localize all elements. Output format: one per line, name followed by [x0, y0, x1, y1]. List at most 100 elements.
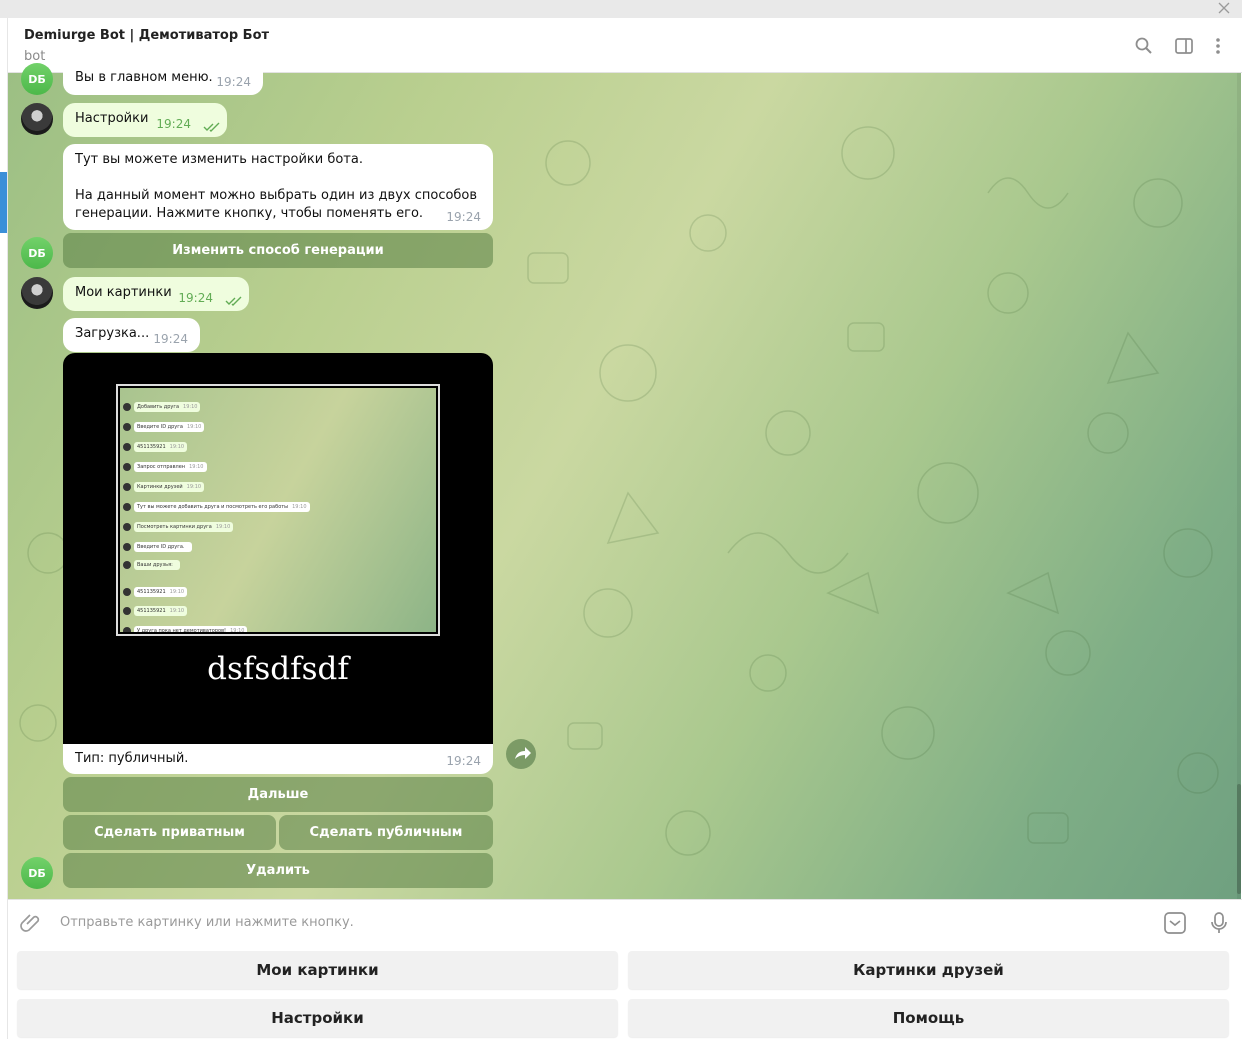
message-time: 19:24 — [216, 75, 251, 89]
nested-message-text: У друга пока нет демотиваторов! — [137, 628, 227, 632]
user-message: Настройки 19:24 — [63, 103, 227, 137]
demotivator-caption: dsfsdfsdf — [207, 651, 349, 687]
nested-message-time: 19:10 — [169, 444, 185, 450]
make-private-button[interactable]: Сделать приватным — [63, 815, 276, 850]
nested-message-time: 19:10 — [292, 504, 307, 510]
nested-message: Введите ID друга 19:10 — [134, 422, 205, 432]
nested-message-time: 19:10 — [169, 608, 185, 614]
nested-avatar — [123, 423, 131, 431]
message-text-line: генерации. Нажмите кнопку, чтобы поменят… — [75, 206, 424, 221]
message-time: 19:24 — [156, 117, 191, 131]
active-chat-indicator — [0, 172, 7, 233]
make-public-button[interactable]: Сделать публичным — [279, 815, 493, 850]
message-text: Загрузка... — [75, 326, 150, 341]
message-time: 19:24 — [446, 754, 481, 768]
nested-avatar — [123, 463, 131, 471]
message-time: 19:24 — [178, 291, 213, 305]
user-message: Мои картинки 19:24 — [63, 277, 249, 311]
nested-message: 451135921 19:10 — [134, 587, 188, 597]
nested-message-text: 451135921 — [137, 608, 166, 614]
delete-button[interactable]: Удалить — [63, 853, 493, 888]
chat-subtitle: bot — [24, 49, 46, 64]
chat-scrollbar-track[interactable] — [1237, 73, 1241, 899]
message-time: 19:24 — [446, 210, 481, 224]
nested-message: Тут вы можете добавить друга и посмотрет… — [134, 502, 310, 512]
nested-message-text: Картинки друзей — [137, 484, 183, 490]
bot-message: Вы в главном меню. 19:24 — [63, 60, 263, 95]
nested-message-time: 19:10 — [189, 464, 204, 470]
nested-message: Добавить друга 19:10 — [134, 402, 201, 412]
message-text: Тип: публичный. — [75, 751, 189, 766]
nested-message-time: 19:10 — [169, 589, 185, 595]
nested-message-text: 451135921 — [137, 444, 166, 450]
forward-arrow-icon — [515, 747, 531, 759]
nested-avatar — [123, 443, 131, 451]
bot-avatar[interactable]: DБ — [21, 857, 53, 889]
nested-message: Введите ID друга. — [134, 542, 192, 552]
nested-message-text: Тут вы можете добавить друга и посмотрет… — [137, 504, 289, 510]
message-input[interactable]: Отправьте картинку или нажмите кнопку. — [60, 915, 354, 930]
message-text: Настройки — [75, 111, 149, 126]
nested-message-time: 19:10 — [215, 524, 231, 530]
bot-keyboard-icon[interactable] — [1163, 911, 1187, 935]
chat-title[interactable]: Demiurge Bot | Демотиватор Бот — [24, 28, 269, 43]
sidebar-toggle-icon[interactable] — [1174, 36, 1194, 56]
user-avatar[interactable] — [21, 277, 53, 309]
nested-avatar — [123, 523, 131, 531]
nested-message: 451135921 19:10 — [134, 606, 188, 616]
read-checkmarks-icon — [225, 296, 242, 306]
nested-avatar — [123, 627, 131, 632]
bot-message: Загрузка... 19:24 — [63, 318, 200, 352]
next-button[interactable]: Дальше — [63, 777, 493, 812]
window-titlebar — [0, 0, 1242, 18]
nested-avatar — [123, 543, 131, 551]
demotivator-frame: Добавить друга 19:10 Введите ID друга 19:10… — [116, 384, 440, 636]
bot-message: Тут вы можете изменить настройки бота. Н… — [63, 144, 493, 230]
nested-message-time: 19:10 — [183, 404, 198, 410]
close-window-icon[interactable] — [1216, 0, 1232, 16]
bot-avatar[interactable]: DБ — [21, 63, 53, 95]
forward-button[interactable] — [506, 739, 536, 769]
settings-button[interactable]: Настройки — [17, 999, 618, 1037]
nested-message-text: Введите ID друга — [137, 424, 183, 430]
user-avatar[interactable] — [21, 103, 53, 135]
nested-message-text: Посмотреть картинки друга — [137, 524, 212, 530]
chat-scrollbar-thumb[interactable] — [1237, 784, 1241, 894]
message-text-line: Тут вы можете изменить настройки бота. — [75, 152, 363, 167]
nested-message: Запрос отправлен 19:10 — [134, 462, 207, 472]
nested-chat-screenshot: Добавить друга 19:10 Введите ID друга 19:10… — [120, 388, 436, 632]
nested-message-time: 19:10 — [230, 628, 245, 632]
change-generation-button[interactable]: Изменить способ генерации — [63, 233, 493, 268]
bot-avatar[interactable]: DБ — [21, 237, 53, 269]
nested-avatar — [123, 561, 131, 569]
nested-avatar — [123, 403, 131, 411]
nested-message: Ваши друзья: — [134, 560, 180, 570]
photo-caption-message: Тип: публичный. 19:24 — [63, 744, 493, 774]
message-text: Мои картинки — [75, 285, 172, 300]
attach-icon[interactable] — [20, 911, 44, 935]
message-text: Вы в главном меню. — [75, 70, 213, 85]
nested-message-text: 451135921 — [137, 589, 166, 595]
demotivator-image[interactable]: Добавить друга 19:10 Введите ID друга 19:10… — [63, 353, 493, 744]
my-pictures-button[interactable]: Мои картинки — [17, 951, 618, 989]
nested-message-text: Ваши друзья: — [137, 562, 173, 568]
message-text-line: На данный момент можно выбрать один из д… — [75, 188, 478, 203]
nested-message-time: 19:10 — [186, 424, 202, 430]
help-button[interactable]: Помощь — [628, 999, 1229, 1037]
nested-message-text: Введите ID друга. — [137, 544, 185, 550]
nested-avatar — [123, 588, 131, 596]
more-options-icon[interactable] — [1208, 36, 1228, 56]
nested-avatar — [123, 607, 131, 615]
message-time: 19:24 — [153, 332, 188, 346]
nested-message: У друга пока нет демотиваторов! 19:10 — [134, 626, 248, 632]
nested-avatar — [123, 503, 131, 511]
nested-message-text: Запрос отправлен — [137, 464, 186, 470]
read-checkmarks-icon — [203, 122, 220, 132]
friends-pictures-button[interactable]: Картинки друзей — [628, 951, 1229, 989]
microphone-icon[interactable] — [1207, 911, 1231, 935]
nested-message-text: Добавить друга — [137, 404, 180, 410]
search-icon[interactable] — [1134, 36, 1154, 56]
nested-message: Картинки друзей 19:10 — [134, 482, 205, 492]
nested-message-time: 19:10 — [186, 484, 202, 490]
message-composer: Отправьте картинку или нажмите кнопку. — [8, 899, 1242, 945]
